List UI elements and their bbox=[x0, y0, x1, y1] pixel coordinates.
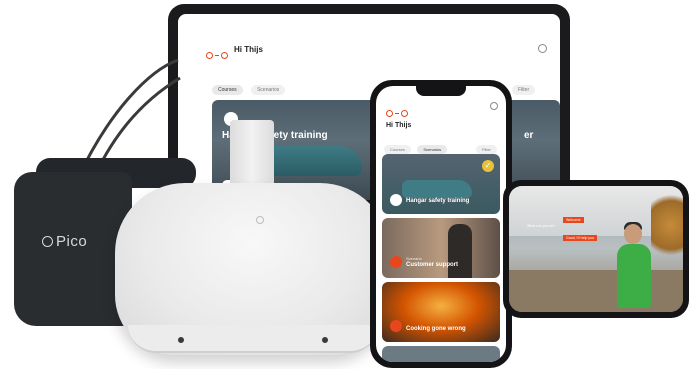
greeting-title: Hi Thijs bbox=[386, 122, 412, 129]
landscape-phone-screen: What can you do? Welcome Good, I'll help… bbox=[509, 186, 683, 312]
scenario-icon bbox=[390, 320, 402, 332]
settings-icon[interactable] bbox=[490, 102, 498, 110]
tab-courses[interactable]: Courses bbox=[384, 145, 411, 154]
scenario-card[interactable] bbox=[382, 346, 500, 362]
landscape-phone-device: What can you do? Welcome Good, I'll help… bbox=[503, 180, 689, 318]
headset-brand-label: Pico bbox=[42, 233, 87, 250]
scenario-card-title: Hangar safety training bbox=[406, 198, 470, 204]
scenario-card-title: Cooking gone wrong bbox=[406, 326, 466, 332]
scenario-card-subtitle: Scenario bbox=[406, 256, 422, 261]
tab-scenarios[interactable]: Scenarios bbox=[417, 145, 448, 154]
dialog-option-button[interactable]: Good, I'll help you bbox=[563, 235, 597, 241]
phone-device: Hi Thijs Courses Scenarios Filter Hangar… bbox=[370, 80, 512, 368]
scenario-card[interactable]: Scenario Customer support bbox=[382, 218, 500, 278]
tree-image bbox=[651, 190, 683, 260]
phone-screen: Hi Thijs Courses Scenarios Filter Hangar… bbox=[376, 86, 506, 362]
dialog-option-button[interactable]: Welcome bbox=[563, 217, 584, 223]
app-logo bbox=[386, 104, 408, 122]
scenario-icon bbox=[390, 256, 402, 268]
floor-image bbox=[509, 270, 683, 312]
phone-notch bbox=[416, 86, 466, 96]
scenario-card-title: Customer support bbox=[406, 262, 459, 268]
headset-sensor-left bbox=[178, 337, 184, 343]
filter-label: Filter bbox=[476, 145, 497, 154]
completed-check-icon: ✓ bbox=[482, 160, 494, 172]
person-image bbox=[448, 224, 472, 278]
scenario-card[interactable]: Cooking gone wrong bbox=[382, 282, 500, 342]
headset-brand-text: Pico bbox=[56, 233, 88, 250]
headset-sensor-right bbox=[322, 337, 328, 343]
airplane-image bbox=[402, 180, 472, 198]
dialog-options: Welcome Good, I'll help you bbox=[563, 208, 597, 244]
person-image bbox=[617, 244, 651, 308]
headset-front-rim bbox=[128, 325, 378, 353]
pico-logo-icon bbox=[42, 236, 53, 247]
scenario-card[interactable]: Hangar safety training ✓ bbox=[382, 154, 500, 214]
dialog-question: What can you do? bbox=[527, 224, 556, 228]
headset-front-logo-icon bbox=[256, 216, 264, 224]
person-head-image bbox=[624, 224, 642, 244]
course-icon bbox=[390, 194, 402, 206]
